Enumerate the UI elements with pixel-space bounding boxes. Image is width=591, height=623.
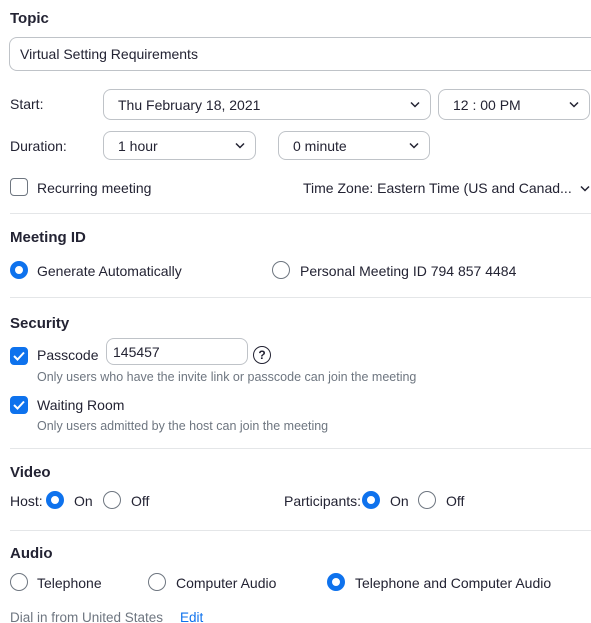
audio-heading: Audio [10, 545, 53, 562]
participants-video-off-label: Off [446, 493, 465, 509]
chevron-down-icon [410, 100, 420, 110]
participants-video-label: Participants: [284, 493, 362, 509]
passcode-checkbox[interactable] [10, 347, 28, 365]
dial-in-text: Dial in from United States [10, 610, 164, 623]
duration-minutes-value: 0 minute [293, 137, 347, 154]
audio-both-radio[interactable] [327, 573, 345, 591]
waiting-room-label: Waiting Room [37, 397, 125, 413]
divider [10, 297, 591, 298]
audio-computer-radio[interactable] [148, 573, 166, 591]
chevron-down-icon [580, 183, 590, 193]
divider [10, 213, 591, 214]
help-icon[interactable]: ? [253, 346, 271, 364]
passcode-value: 145457 [113, 343, 160, 360]
chevron-down-icon [409, 141, 419, 151]
chevron-down-icon [569, 100, 579, 110]
video-heading: Video [10, 464, 51, 481]
meeting-id-auto-radio[interactable] [10, 261, 28, 279]
recurring-label: Recurring meeting [37, 180, 152, 196]
security-heading: Security [10, 315, 70, 332]
start-date-value: Thu February 18, 2021 [118, 96, 261, 113]
audio-telephone-radio[interactable] [10, 573, 28, 591]
host-video-off-radio[interactable] [103, 491, 121, 509]
audio-computer-label: Computer Audio [176, 575, 277, 591]
meeting-id-auto-label: Generate Automatically [37, 263, 182, 279]
duration-label: Duration: [10, 138, 67, 154]
host-video-on-label: On [74, 493, 93, 509]
check-icon [13, 400, 25, 410]
meeting-id-personal-radio[interactable] [272, 261, 290, 279]
duration-minutes-select[interactable]: 0 minute [278, 131, 430, 160]
passcode-note: Only users who have the invite link or p… [37, 370, 417, 384]
topic-input-value: Virtual Setting Requirements [20, 46, 198, 62]
recurring-checkbox[interactable] [10, 178, 28, 196]
participants-video-off-radio[interactable] [418, 491, 436, 509]
host-video-on-radio[interactable] [46, 491, 64, 509]
passcode-label: Passcode [37, 347, 99, 363]
host-video-off-label: Off [131, 493, 150, 509]
host-video-label: Host: [10, 493, 43, 509]
start-date-select[interactable]: Thu February 18, 2021 [103, 89, 431, 120]
audio-both-label: Telephone and Computer Audio [355, 575, 552, 591]
waiting-room-note: Only users admitted by the host can join… [37, 419, 329, 433]
passcode-input[interactable]: 145457 [106, 338, 248, 365]
divider [10, 448, 591, 449]
duration-hours-select[interactable]: 1 hour [103, 131, 256, 160]
chevron-down-icon [235, 141, 245, 151]
waiting-room-checkbox[interactable] [10, 396, 28, 414]
start-time-value: 12 : 00 PM [453, 96, 521, 113]
participants-video-on-radio[interactable] [362, 491, 380, 509]
divider [10, 530, 591, 531]
duration-hours-value: 1 hour [118, 137, 158, 154]
topic-input[interactable]: Virtual Setting Requirements [9, 37, 591, 71]
start-time-select[interactable]: 12 : 00 PM [438, 89, 590, 120]
timezone-select[interactable]: Time Zone: Eastern Time (US and Canad... [303, 180, 590, 196]
audio-telephone-label: Telephone [37, 575, 102, 591]
meeting-id-personal-label: Personal Meeting ID 794 857 4484 [300, 263, 517, 279]
topic-heading: Topic [10, 10, 49, 27]
meeting-id-heading: Meeting ID [10, 229, 86, 246]
timezone-value: Time Zone: Eastern Time (US and Canad... [303, 180, 572, 196]
start-label: Start: [10, 96, 44, 112]
dial-in-edit-link[interactable]: Edit [180, 610, 203, 623]
participants-video-on-label: On [390, 493, 409, 509]
check-icon [13, 351, 25, 361]
